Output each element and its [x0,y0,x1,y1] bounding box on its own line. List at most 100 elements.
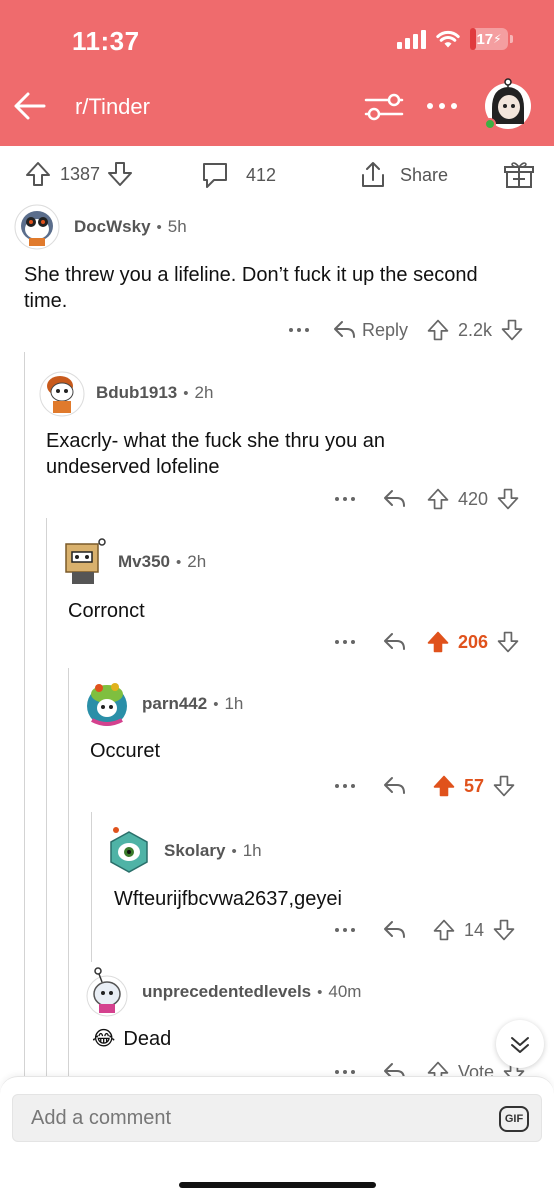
upvote-icon[interactable] [426,487,450,511]
gif-button[interactable]: GIF [499,1106,529,1132]
avatar[interactable] [62,536,108,588]
comment-line: Occuret [90,740,161,762]
comment-docwsky: DocWsky • 5h She threw you a lifeline. D… [12,202,542,314]
reply-button[interactable]: Reply [332,319,408,341]
subreddit-title[interactable]: r/Tinder [75,94,150,120]
thread-line[interactable] [91,812,92,962]
separator-dot: • [317,983,323,1001]
reply-label: Reply [362,319,409,340]
downvote-icon[interactable] [492,774,516,798]
comment-line: She threw you a lifeline. Don’t fuck it … [24,264,478,286]
thread-line[interactable] [68,668,69,1082]
avatar[interactable] [84,966,130,1018]
comment-line: Dead [123,1028,172,1050]
comment-body: Wfteurijfbcvwa2637,geyei [114,886,536,912]
upvote-icon-active[interactable] [426,630,450,654]
post-score: 1387 [60,163,101,184]
gift-icon[interactable] [504,160,534,190]
online-status-dot [484,118,496,130]
status-icons: 17 ⚡ [397,28,513,50]
comment-line: Wfteurijfbcvwa2637,geyei [114,888,342,910]
separator-dot: • [231,842,237,860]
home-indicator[interactable] [179,1182,376,1188]
comment-mv350: Mv350 • 2h Corronct [62,536,532,624]
comment-line: Corronct [68,600,145,622]
comment-line: undeserved lofeline [46,456,220,478]
share-label: Share [400,164,449,185]
comment-parn442: parn442 • 1h Occuret [84,678,534,764]
upvote-icon[interactable] [426,318,450,342]
downvote-icon[interactable] [106,160,134,188]
comment-skolary: Skolary • 1h Wfteurijfbcvwa2637,geyei [106,826,536,912]
battery-icon: 17 ⚡ [470,28,513,50]
status-time: 11:37 [72,26,140,56]
avatar[interactable] [12,202,62,252]
comment-actions: 57 [334,774,516,798]
comment-body: She threw you a lifeline. Don’t fuck it … [24,262,542,314]
comment-bdub1913: Bdub1913 • 2h Exacrly- what the fuck she… [38,368,538,480]
comment-time: 2h [187,552,207,571]
comment-score: 57 [464,775,485,796]
avatar[interactable] [38,368,86,418]
downvote-icon[interactable] [496,487,520,511]
comment-actions: 206 [334,630,520,654]
comment-time: 40m [328,982,362,1001]
reply-icon[interactable] [382,919,406,941]
comment-author[interactable]: Skolary [164,841,225,861]
comment-line: time. [24,290,68,312]
downvote-icon[interactable] [492,918,516,942]
comment-score: 2.2k [458,319,493,340]
comment-icon [203,163,227,188]
reply-icon [334,321,355,338]
post-action-bar: 1387 412 Share [0,146,554,202]
comment-input[interactable] [13,1095,473,1141]
reply-icon[interactable] [382,775,406,797]
comment-author[interactable]: parn442 [142,694,207,714]
downvote-icon[interactable] [500,318,524,342]
more-icon[interactable] [288,325,310,335]
comment-author[interactable]: DocWsky [74,217,151,237]
reply-icon[interactable] [382,631,406,653]
thread-line[interactable] [46,518,47,1082]
upvote-icon[interactable] [24,160,52,188]
share-button[interactable]: Share [358,160,448,190]
comments-count-button[interactable]: 412 [200,160,276,190]
more-icon[interactable] [334,637,356,647]
more-icon[interactable] [334,781,356,791]
avatar[interactable] [84,678,130,730]
comment-author[interactable]: Bdub1913 [96,383,177,403]
separator-dot: • [183,384,189,402]
comments-count: 412 [246,164,277,185]
comment-score: 206 [458,631,489,652]
comment-time: 5h [167,217,187,236]
separator-dot: • [175,553,182,571]
post-vote-group: 1387 [24,160,134,188]
separator-dot: • [213,695,219,713]
comment-author[interactable]: Mv350 [118,552,170,572]
downvote-icon[interactable] [496,630,520,654]
comment-actions: 420 [334,487,520,511]
avatar[interactable] [106,826,152,876]
back-arrow-icon[interactable] [10,86,50,126]
comment-unprecedentedlevels: unprecedentedlevels • 40m 😂 Dead [84,966,534,1052]
comment-composer-bar: GIF [0,1076,554,1200]
scroll-down-button[interactable] [496,1020,544,1068]
share-icon [362,162,384,187]
upvote-icon-active[interactable] [432,774,456,798]
more-icon[interactable] [334,925,356,935]
reply-icon[interactable] [382,488,406,510]
comment-line: Exacrly- what the fuck she thru you an [46,430,386,452]
signal-icon [397,29,426,49]
more-icon[interactable] [425,96,459,116]
battery-level: 17 [476,30,494,48]
more-icon[interactable] [334,494,356,504]
comment-time: 2h [194,383,214,402]
chevron-down-icon [511,1037,529,1053]
comment-body: 😂 Dead [92,1026,534,1052]
thread-line[interactable] [24,352,25,1082]
comment-actions: 14 [334,918,516,942]
comment-input-box[interactable]: GIF [12,1094,542,1142]
filter-icon[interactable] [364,90,404,124]
upvote-icon[interactable] [432,918,456,942]
comment-author[interactable]: unprecedentedlevels [142,982,311,1002]
